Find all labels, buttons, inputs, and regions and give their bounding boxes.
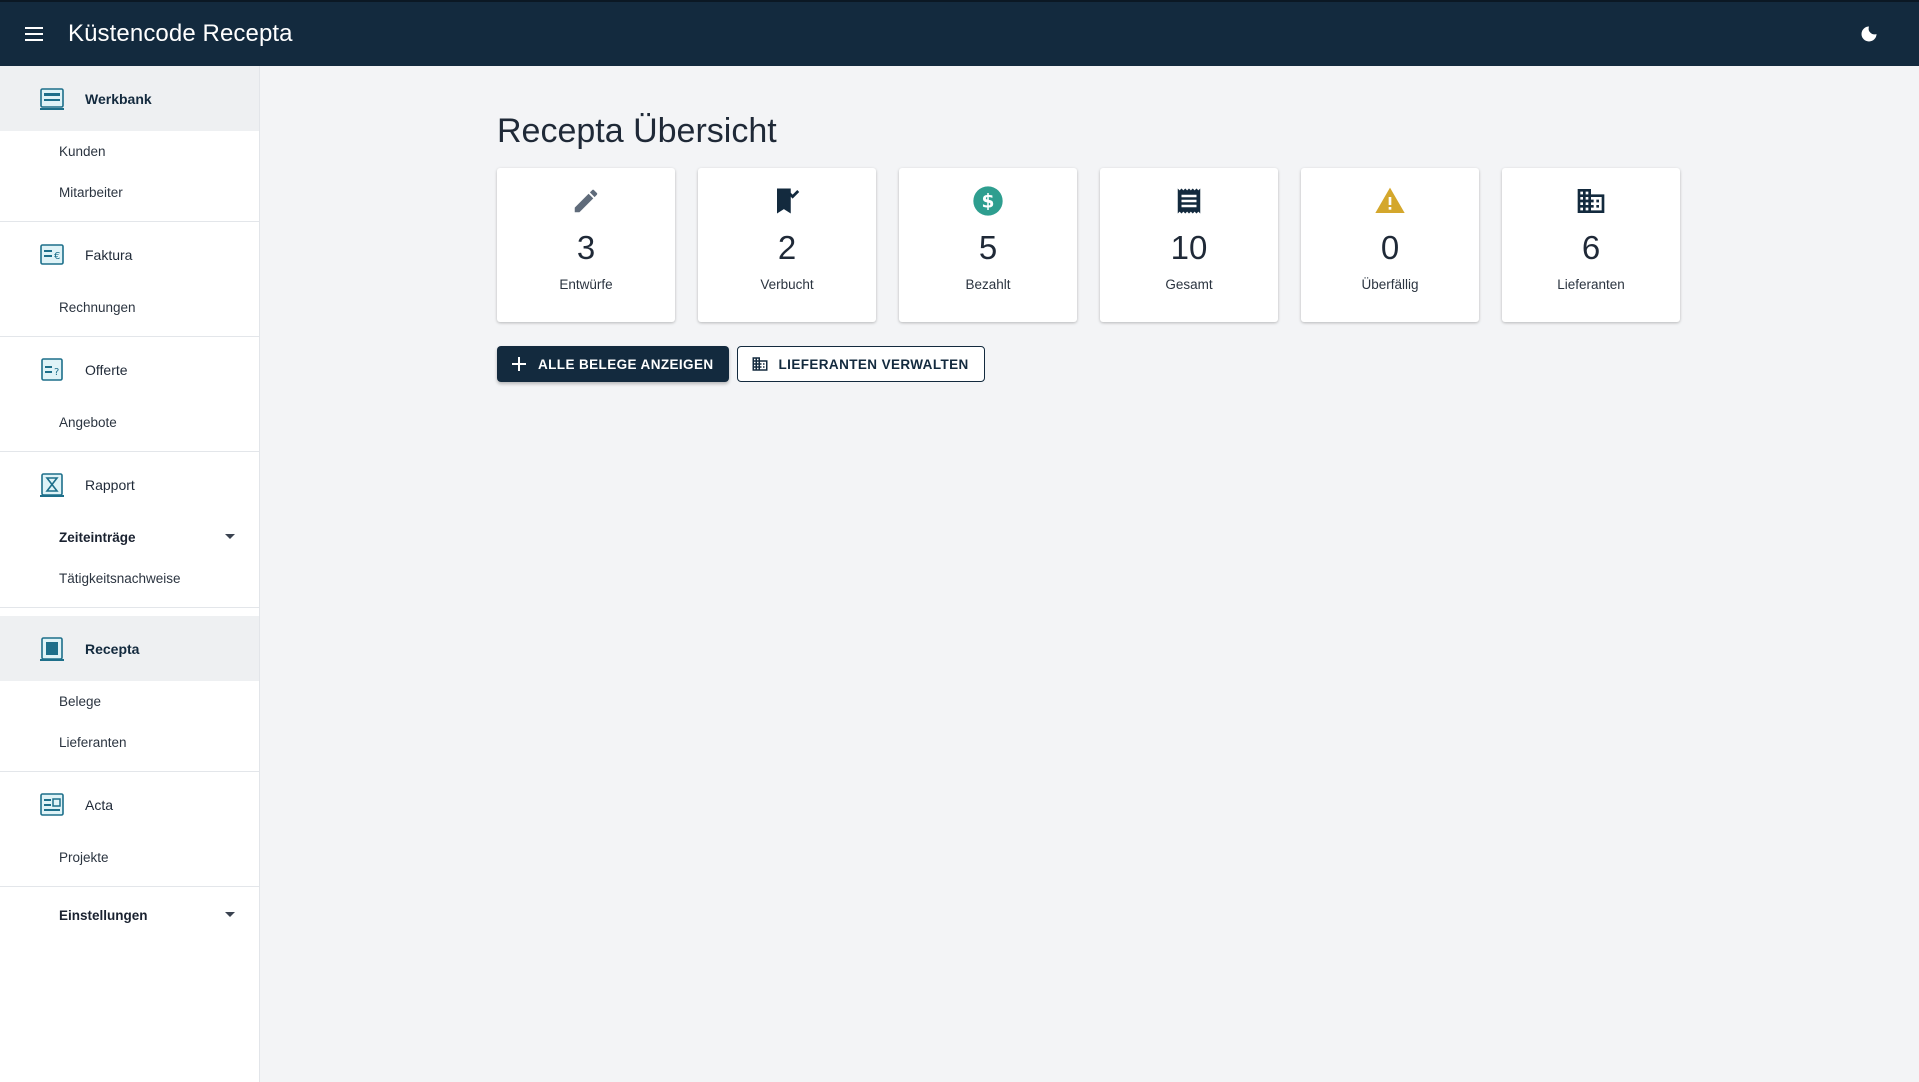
dark-mode-toggle-icon[interactable] xyxy=(1851,16,1887,52)
sidebar-item-rechnungen[interactable]: Rechnungen xyxy=(0,287,259,328)
quote-icon: ? xyxy=(41,357,63,381)
svg-text:$: $ xyxy=(982,192,995,213)
chevron-down-icon xyxy=(225,534,235,539)
summary-cards: 3 Entwürfe 2 Verbucht $ 5 Bezahlt 10 Ges… xyxy=(497,168,1680,322)
app-title: Küstencode Recepta xyxy=(68,20,293,47)
card-ueberfaellig[interactable]: 0 Überfällig xyxy=(1301,168,1479,322)
card-gesamt[interactable]: 10 Gesamt xyxy=(1100,168,1278,322)
sidebar-item-lieferanten[interactable]: Lieferanten xyxy=(0,722,259,763)
card-verbucht[interactable]: 2 Verbucht xyxy=(698,168,876,322)
sidebar-item-mitarbeiter[interactable]: Mitarbeiter xyxy=(0,172,259,213)
sidebar-section-offerte: ? Offerte Angebote xyxy=(0,337,259,452)
sidebar-item-label: Werkbank xyxy=(85,90,152,107)
sidebar-item-label: Recepta xyxy=(85,640,140,657)
svg-text:?: ? xyxy=(54,367,59,378)
sidebar-item-recepta[interactable]: Recepta xyxy=(0,616,259,681)
sidebar-section-faktura: € Faktura Rechnungen xyxy=(0,222,259,337)
sidebar-item-label: Einstellungen xyxy=(59,908,148,923)
sidebar-item-label: Zeiteinträge xyxy=(59,530,136,545)
sidebar-section-rapport: Rapport Zeiteinträge Tätigkeitsnachweise xyxy=(0,452,259,608)
card-entwuerfe[interactable]: 3 Entwürfe xyxy=(497,168,675,322)
chevron-down-icon xyxy=(225,912,235,917)
sidebar-item-acta[interactable]: Acta xyxy=(0,772,259,837)
main-content: Recepta Übersicht 3 Entwürfe 2 Verbucht … xyxy=(261,66,1919,1082)
card-value: 3 xyxy=(576,229,596,266)
sidebar-item-projekte[interactable]: Projekte xyxy=(0,837,259,878)
sidebar-item-einstellungen[interactable]: Einstellungen xyxy=(0,895,259,936)
receipt-icon xyxy=(1172,184,1206,218)
card-lieferanten[interactable]: 6 Lieferanten xyxy=(1502,168,1680,322)
sidebar-item-werkbank[interactable]: Werkbank xyxy=(0,66,259,131)
dollar-circle-icon: $ xyxy=(971,184,1005,218)
button-label: LIEFERANTEN VERWALTEN xyxy=(778,356,969,372)
button-label: ALLE BELEGE ANZEIGEN xyxy=(538,356,714,372)
invoice-icon: € xyxy=(40,243,64,265)
sidebar-section-werkbank: Werkbank Kunden Mitarbeiter xyxy=(0,66,259,222)
card-value: 0 xyxy=(1380,229,1400,266)
svg-text:€: € xyxy=(54,251,60,262)
sidebar-item-taetigkeitsnachweise[interactable]: Tätigkeitsnachweise xyxy=(0,558,259,599)
acta-icon xyxy=(40,792,64,816)
card-label: Überfällig xyxy=(1361,277,1419,292)
sidebar-item-label: Offerte xyxy=(85,361,128,378)
manage-suppliers-button[interactable]: LIEFERANTEN VERWALTEN xyxy=(736,346,985,382)
sidebar-item-label: Acta xyxy=(85,796,114,813)
sidebar-item-zeiteintraege[interactable]: Zeiteinträge xyxy=(0,517,259,558)
card-value: 2 xyxy=(777,229,797,266)
plus-icon xyxy=(510,355,528,373)
card-value: 6 xyxy=(1581,229,1601,266)
sidebar-item-label: Rapport xyxy=(85,476,135,493)
action-buttons: ALLE BELEGE ANZEIGEN LIEFERANTEN VERWALT… xyxy=(497,346,985,382)
card-label: Bezahlt xyxy=(965,277,1011,292)
hourglass-icon xyxy=(40,472,64,497)
building-icon xyxy=(1574,184,1608,218)
card-label: Gesamt xyxy=(1165,277,1213,292)
menu-icon[interactable] xyxy=(15,14,55,54)
card-value: 5 xyxy=(978,229,998,266)
card-bezahlt[interactable]: $ 5 Bezahlt xyxy=(899,168,1077,322)
sidebar-item-offerte[interactable]: ? Offerte xyxy=(0,337,259,402)
app-bar: Küstencode Recepta xyxy=(0,0,1919,66)
sidebar-item-rapport[interactable]: Rapport xyxy=(0,452,259,517)
card-label: Entwürfe xyxy=(559,277,613,292)
pencil-icon xyxy=(569,184,603,218)
card-label: Verbucht xyxy=(760,277,814,292)
sidebar-item-angebote[interactable]: Angebote xyxy=(0,402,259,443)
show-all-receipts-button[interactable]: ALLE BELEGE ANZEIGEN xyxy=(497,346,729,382)
sidebar-item-kunden[interactable]: Kunden xyxy=(0,131,259,172)
card-label: Lieferanten xyxy=(1557,277,1625,292)
sidebar-item-belege[interactable]: Belege xyxy=(0,681,259,722)
sidebar-section-einstellungen: Einstellungen xyxy=(0,887,259,944)
sidebar-item-faktura[interactable]: € Faktura xyxy=(0,222,259,287)
bookmark-check-icon xyxy=(770,184,804,218)
warning-icon xyxy=(1373,184,1407,218)
sidebar-section-acta: Acta Projekte xyxy=(0,772,259,887)
receipt-book-icon xyxy=(40,636,64,661)
sidebar: Werkbank Kunden Mitarbeiter € Faktura Re… xyxy=(0,66,260,1082)
building-icon xyxy=(751,355,769,373)
page-title: Recepta Übersicht xyxy=(497,112,777,150)
card-value: 10 xyxy=(1170,229,1208,266)
sidebar-section-recepta: Recepta Belege Lieferanten xyxy=(0,608,259,772)
workbench-icon xyxy=(40,87,64,110)
sidebar-item-label: Faktura xyxy=(85,246,133,263)
